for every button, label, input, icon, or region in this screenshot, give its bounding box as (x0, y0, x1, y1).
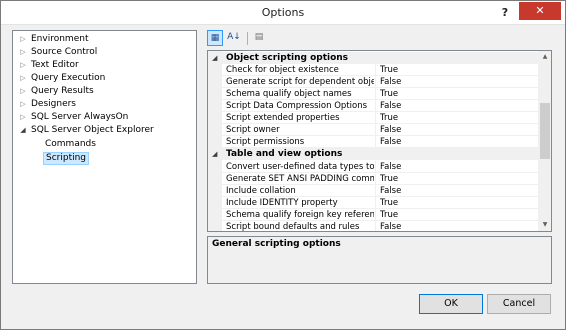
property-value[interactable]: False (380, 76, 401, 88)
expand-arrow-icon[interactable]: ▷ (19, 72, 27, 85)
property-name: Script bound defaults and rules (226, 222, 360, 232)
tree-item-label-selected: Scripting (43, 152, 90, 165)
alphabetical-sort-icon[interactable]: A↓ (226, 30, 242, 46)
column-divider (375, 197, 376, 209)
column-divider (375, 161, 376, 173)
column-divider (375, 112, 376, 124)
collapse-icon[interactable]: ◢ (212, 148, 217, 160)
collapse-arrow-icon[interactable]: ◢ (19, 124, 27, 137)
category-table-and-view-options[interactable]: ◢ Table and view options (208, 148, 538, 160)
tree-item-label: SQL Server AlwaysOn (31, 112, 129, 122)
help-button[interactable]: ? (497, 5, 513, 21)
property-name: Schema qualify object names (226, 89, 352, 99)
column-divider (375, 221, 376, 231)
grid-gutter (208, 51, 222, 231)
property-value[interactable]: False (380, 161, 401, 173)
property-name: Include IDENTITY property (226, 198, 338, 208)
category-object-scripting-options[interactable]: ◢ Object scripting options (208, 52, 538, 64)
property-name: Schema qualify foreign key references (226, 210, 374, 220)
category-label: Table and view options (226, 149, 343, 159)
property-row[interactable]: Include collation False (222, 185, 538, 197)
expand-arrow-icon[interactable]: ▷ (19, 33, 27, 46)
column-divider (375, 185, 376, 197)
property-row[interactable]: Script Data Compression Options False (222, 100, 538, 112)
tree-item-label: Designers (31, 99, 76, 109)
description-panel: General scripting options (207, 236, 552, 284)
tree-item-label: Query Execution (31, 73, 106, 83)
column-divider (375, 209, 376, 221)
tree-item-label: Text Editor (31, 60, 79, 70)
expand-arrow-icon[interactable]: ▷ (19, 85, 27, 98)
column-divider (375, 76, 376, 88)
property-row[interactable]: Convert user-defined data types to base … (222, 161, 538, 173)
property-name: Check for object existence (226, 65, 339, 75)
property-row[interactable]: Script owner False (222, 124, 538, 136)
vertical-scrollbar[interactable]: ▲ ▼ (538, 51, 551, 231)
cancel-button[interactable]: Cancel (487, 294, 551, 314)
property-value[interactable]: False (380, 221, 401, 231)
tree-item-label: Source Control (31, 47, 98, 57)
property-name: Convert user-defined data types to base (226, 162, 374, 172)
property-grid-toolbar: ▦ A↓ ▤ (207, 30, 267, 48)
scroll-down-icon[interactable]: ▼ (538, 219, 551, 231)
scroll-up-icon[interactable]: ▲ (538, 51, 551, 63)
close-button[interactable]: ✕ (519, 2, 561, 20)
property-name: Script owner (226, 125, 280, 135)
category-label: Object scripting options (226, 53, 349, 63)
column-divider (375, 64, 376, 76)
tree-item-label: Environment (31, 34, 89, 44)
options-dialog: Options ? ✕ ▷ Environment ▷ Source Contr… (0, 0, 566, 330)
column-divider (375, 88, 376, 100)
collapse-icon[interactable]: ◢ (212, 52, 217, 64)
property-value[interactable]: True (380, 209, 398, 221)
property-grid: ◢ Object scripting options Check for obj… (207, 50, 552, 232)
categorized-icon[interactable]: ▦ (207, 30, 223, 46)
property-value[interactable]: False (380, 185, 401, 197)
column-divider (375, 173, 376, 185)
ok-button[interactable]: OK (419, 294, 483, 314)
property-row[interactable]: Script extended properties True (222, 112, 538, 124)
property-row[interactable]: Generate SET ANSI PADDING commands True (222, 173, 538, 185)
property-name: Script Data Compression Options (226, 101, 368, 111)
column-divider (375, 100, 376, 112)
scrollbar-thumb[interactable] (540, 103, 550, 159)
property-name: Include collation (226, 186, 296, 196)
toolbar-separator (247, 32, 248, 45)
expand-arrow-icon[interactable]: ▷ (19, 59, 27, 72)
property-row[interactable]: Generate script for dependent objects Fa… (222, 76, 538, 88)
property-row[interactable]: Script bound defaults and rules False (222, 221, 538, 232)
description-title: General scripting options (212, 239, 341, 249)
property-row[interactable]: Schema qualify foreign key references Tr… (222, 209, 538, 221)
property-pages-icon[interactable]: ▤ (251, 30, 267, 46)
property-value[interactable]: False (380, 136, 401, 148)
property-name: Script extended properties (226, 113, 340, 123)
property-row[interactable]: Include IDENTITY property True (222, 197, 538, 209)
expand-arrow-icon[interactable]: ▷ (19, 98, 27, 111)
property-value[interactable]: True (380, 173, 398, 185)
column-divider (375, 136, 376, 148)
property-name: Generate script for dependent objects (226, 77, 374, 87)
tree-item-label: SQL Server Object Explorer (31, 125, 154, 135)
tree-item-label: Commands (45, 139, 96, 149)
property-name: Script permissions (226, 137, 305, 147)
expand-arrow-icon[interactable]: ▷ (19, 46, 27, 59)
tree-item-label: Query Results (31, 86, 94, 96)
property-value[interactable]: False (380, 100, 401, 112)
dialog-title: Options (261, 6, 305, 19)
property-row[interactable]: Script permissions False (222, 136, 538, 148)
property-value[interactable]: True (380, 88, 398, 100)
property-value[interactable]: True (380, 197, 398, 209)
options-tree: ▷ Environment ▷ Source Control ▷ Text Ed… (12, 30, 197, 284)
property-value[interactable]: True (380, 64, 398, 76)
expand-arrow-icon[interactable]: ▷ (19, 111, 27, 124)
property-value[interactable]: True (380, 112, 398, 124)
property-row[interactable]: Check for object existence True (222, 64, 538, 76)
property-value[interactable]: False (380, 124, 401, 136)
property-name: Generate SET ANSI PADDING commands (226, 174, 374, 184)
title-bar: Options ? ✕ (1, 1, 565, 25)
column-divider (375, 124, 376, 136)
property-row[interactable]: Schema qualify object names True (222, 88, 538, 100)
